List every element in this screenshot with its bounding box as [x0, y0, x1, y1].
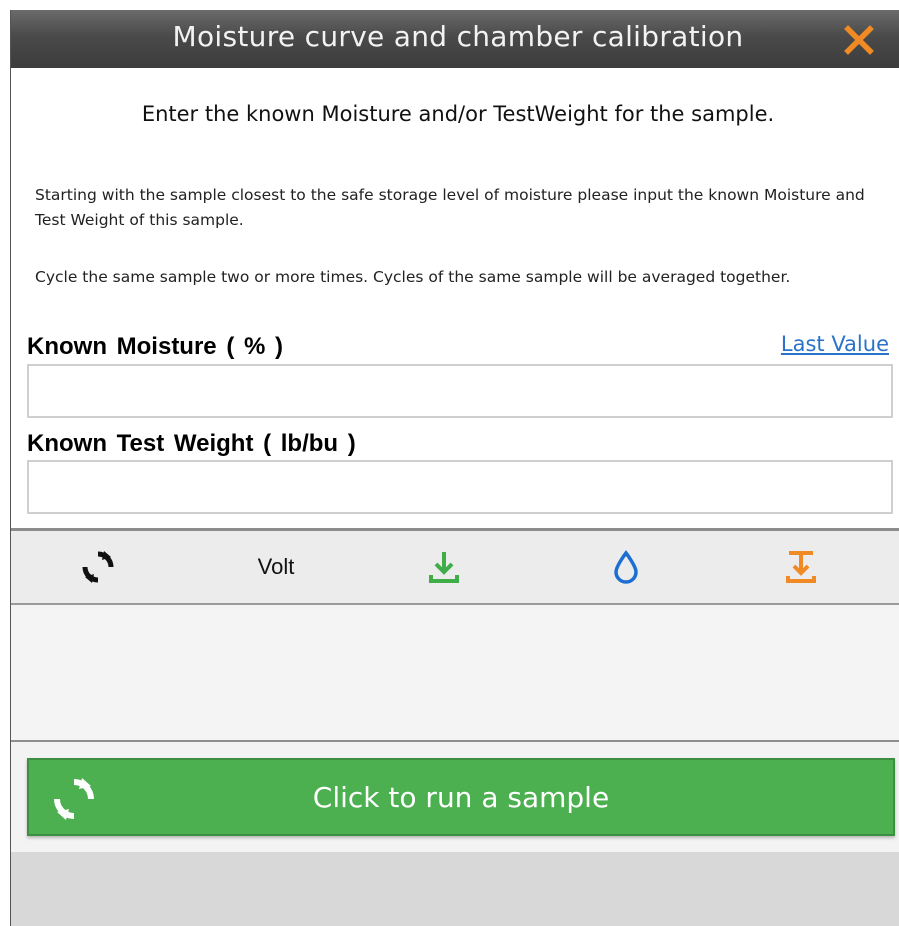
instruction-paragraph-2: Cycle the same sample two or more times.…	[35, 268, 791, 286]
close-icon	[844, 25, 874, 55]
known-test-weight-input[interactable]	[27, 460, 893, 514]
run-sample-button[interactable]: Click to run a sample	[27, 758, 895, 836]
results-column-download	[419, 531, 469, 603]
instruction-paragraph-1: Starting with the sample closest to the …	[35, 186, 865, 229]
results-column-test-weight	[776, 531, 826, 603]
instruction-heading: Enter the known Moisture and/or TestWeig…	[141, 102, 775, 126]
results-column-moisture	[606, 531, 646, 603]
download-icon	[429, 552, 459, 583]
water-drop-icon	[614, 550, 638, 584]
title-bar: Moisture curve and chamber calibration	[11, 10, 899, 68]
dialog-title: Moisture curve and chamber calibration	[172, 20, 744, 53]
results-column-volt: Volt	[257, 554, 295, 579]
results-column-cycle	[73, 531, 123, 603]
run-sample-label: Click to run a sample	[312, 781, 610, 814]
results-list	[11, 605, 899, 741]
calibration-dialog: Moisture curve and chamber calibration E…	[10, 10, 899, 926]
last-value-link[interactable]: Last Value	[781, 332, 889, 356]
test-weight-icon	[786, 551, 816, 583]
results-header-bar: Volt	[11, 531, 899, 603]
known-test-weight-label: Known Test Weight ( lb/bu )	[27, 430, 356, 457]
footer-area	[11, 852, 899, 926]
known-moisture-input[interactable]	[27, 364, 893, 418]
known-moisture-label: Known Moisture ( % )	[27, 333, 283, 360]
cycle-icon	[82, 551, 114, 583]
close-button[interactable]	[843, 24, 875, 56]
